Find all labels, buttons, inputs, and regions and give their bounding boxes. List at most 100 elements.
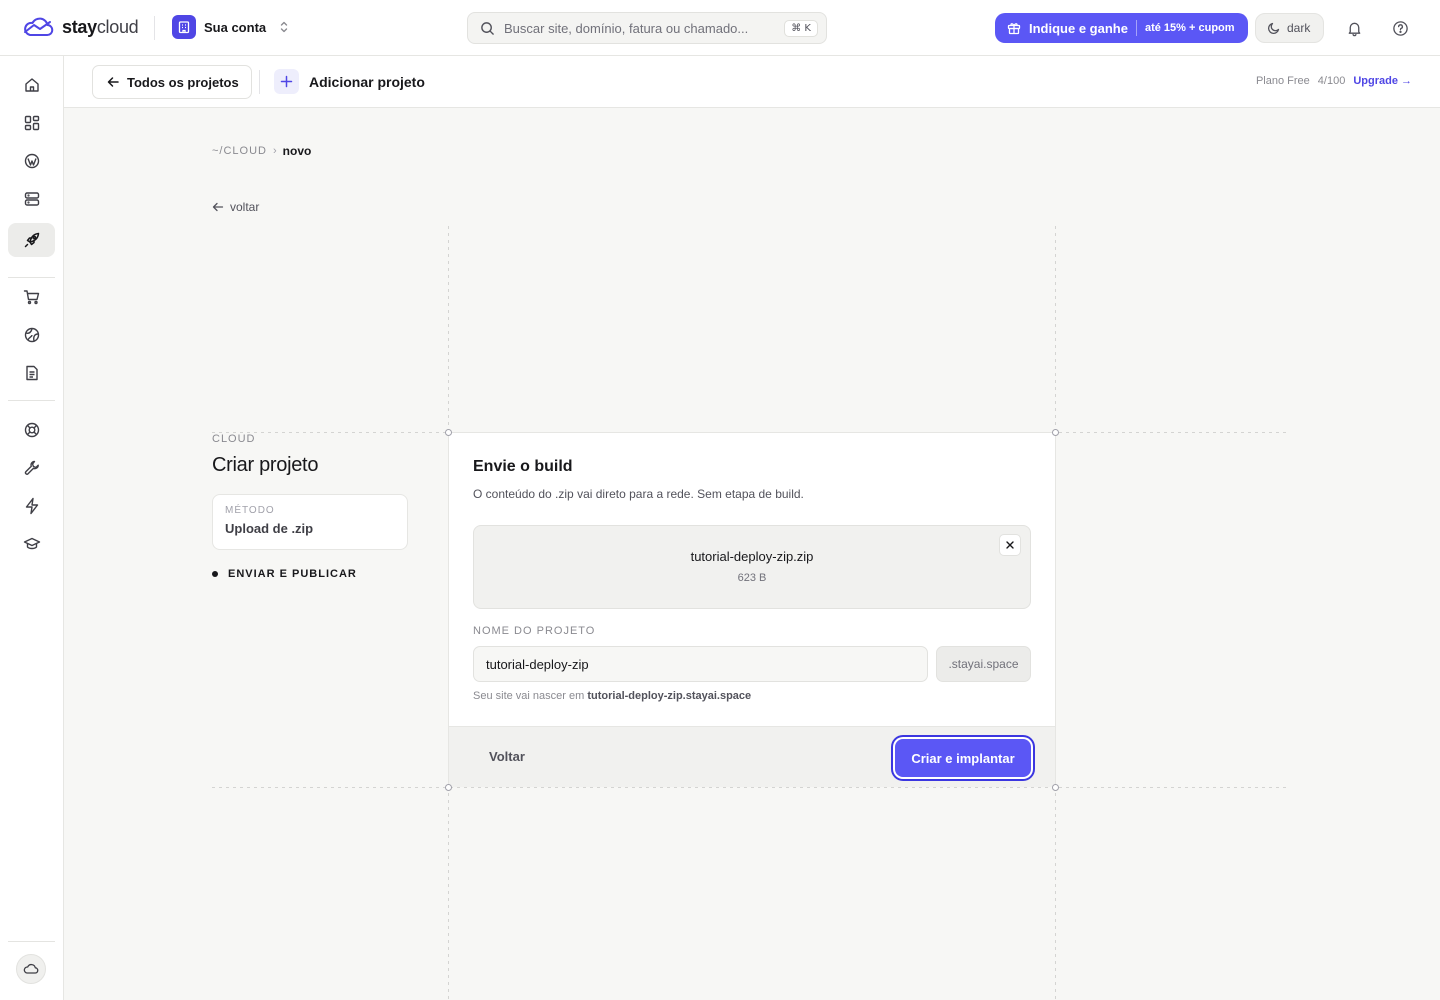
building-icon [172, 15, 196, 39]
globe-icon [23, 326, 41, 344]
sidebar-item-wordpress[interactable] [8, 144, 55, 178]
rocket-icon [23, 231, 41, 249]
all-projects-label: Todos os projetos [127, 74, 239, 90]
domain-hint: Seu site vai nascer em tutorial-deploy-z… [473, 690, 751, 702]
file-name: tutorial-deploy-zip.zip [690, 549, 814, 564]
breadcrumb-root[interactable]: ~/CLOUD [212, 145, 267, 157]
sidebar-item-support[interactable] [8, 413, 55, 447]
search-shortcut: ⌘ K [784, 19, 818, 37]
add-project-label: Adicionar projeto [309, 73, 425, 90]
plan-count: 4/100 [1317, 75, 1346, 87]
divider [8, 277, 55, 278]
corner-handle [1052, 784, 1059, 791]
sidebar-item-academy[interactable] [8, 527, 55, 561]
arrow-left-icon [212, 201, 224, 213]
cloud-icon [23, 962, 39, 976]
upgrade-link[interactable]: Upgrade → [1353, 75, 1412, 87]
sidebar [0, 56, 64, 1000]
lifebuoy-icon [23, 421, 41, 439]
card-title: Envie o build [473, 458, 573, 475]
sidebar-item-store[interactable] [8, 280, 55, 314]
plan-usage: Plano Free 4/100 Upgrade → [1256, 75, 1412, 87]
document-icon [23, 364, 41, 382]
divider [8, 400, 55, 401]
method-value: Upload de .zip [225, 521, 314, 536]
graduation-cap-icon [23, 535, 41, 553]
divider [8, 941, 55, 942]
sidebar-item-billing[interactable] [8, 356, 55, 390]
referral-label: Indique e ganhe [1029, 20, 1128, 36]
plus-icon [274, 69, 299, 94]
remove-file-button[interactable] [999, 534, 1021, 556]
cart-icon [23, 288, 41, 306]
add-project-button[interactable]: Adicionar projeto [274, 69, 425, 94]
method-card[interactable]: MÉTODO Upload de .zip [212, 494, 408, 550]
project-name-label: NOME DO PROJETO [473, 625, 596, 637]
arrow-left-icon [106, 75, 120, 89]
corner-handle [445, 784, 452, 791]
notifications-button[interactable] [1342, 16, 1366, 40]
search-input[interactable] [504, 20, 785, 36]
upload-card: Envie o build O conteúdo do .zip vai dir… [448, 432, 1056, 787]
breadcrumb-separator: › [273, 145, 277, 157]
top-bar: staycloud Sua conta ⌘ K [0, 0, 1440, 56]
domain-suffix: .stayai.space [936, 646, 1031, 682]
project-header: Todos os projetos Adicionar projeto Plan… [64, 56, 1440, 108]
theme-toggle[interactable]: dark [1255, 13, 1324, 43]
hint-prefix: Seu site vai nascer em [473, 690, 585, 702]
breadcrumb-current: novo [282, 144, 312, 158]
divider [154, 16, 155, 40]
cloud-icon [22, 16, 54, 38]
sidebar-item-servers[interactable] [8, 182, 55, 216]
back-link[interactable]: voltar [212, 200, 259, 214]
search-icon [480, 21, 495, 36]
page-title: Criar projeto [212, 454, 319, 476]
step-dot [212, 571, 218, 577]
sidebar-item-cloud[interactable] [8, 223, 55, 257]
uploaded-file[interactable]: tutorial-deploy-zip.zip 623 B [473, 525, 1031, 609]
brand-logo[interactable]: staycloud [22, 16, 139, 38]
divider [1135, 20, 1137, 36]
help-circle-icon [1392, 20, 1409, 37]
wizard-steps: CLOUD Criar projeto MÉTODO Upload de .zi… [212, 433, 408, 580]
sidebar-item-dashboard[interactable] [8, 106, 55, 140]
wrench-icon [23, 459, 41, 477]
theme-label: dark [1287, 21, 1311, 35]
sidebar-item-home[interactable] [8, 68, 55, 102]
close-icon [1005, 540, 1015, 550]
moon-icon [1267, 21, 1281, 35]
plan-label: Plano Free [1255, 75, 1310, 87]
sidebar-item-domains[interactable] [8, 318, 55, 352]
home-icon [23, 76, 41, 94]
back-link-label: voltar [230, 200, 260, 214]
card-footer: Voltar Criar e implantar [449, 726, 1055, 787]
file-size: 623 B [737, 572, 767, 584]
chevron-updown-icon [278, 20, 290, 34]
create-deploy-button[interactable]: Criar e implantar [895, 739, 1031, 777]
sidebar-item-performance[interactable] [8, 489, 55, 523]
method-label: MÉTODO [225, 505, 275, 516]
project-name-input[interactable] [473, 646, 928, 682]
corner-handle [445, 429, 452, 436]
sidebar-item-tools[interactable] [8, 451, 55, 485]
account-switcher[interactable]: Sua conta [172, 15, 290, 39]
gift-icon [1007, 21, 1021, 35]
current-step: ENVIAR E PUBLICAR [212, 568, 408, 580]
server-icon [23, 190, 41, 208]
current-step-label: ENVIAR E PUBLICAR [228, 568, 357, 580]
hint-domain: tutorial-deploy-zip.stayai.space [587, 690, 752, 702]
card-subtitle: O conteúdo do .zip vai direto para a red… [473, 487, 804, 501]
wordpress-icon [23, 152, 41, 170]
workspace-button[interactable] [16, 954, 46, 984]
grid-icon [23, 114, 41, 132]
all-projects-button[interactable]: Todos os projetos [92, 65, 252, 99]
help-button[interactable] [1388, 16, 1412, 40]
wizard-kicker: CLOUD [212, 433, 256, 445]
guide-line [212, 787, 1288, 788]
global-search[interactable]: ⌘ K [467, 12, 827, 44]
divider [259, 70, 260, 94]
referral-button[interactable]: Indique e ganhe até 15% + cupom [995, 13, 1248, 43]
breadcrumb: ~/CLOUD › novo [212, 144, 311, 158]
back-button[interactable]: Voltar [489, 749, 525, 764]
bell-icon [1346, 20, 1363, 37]
